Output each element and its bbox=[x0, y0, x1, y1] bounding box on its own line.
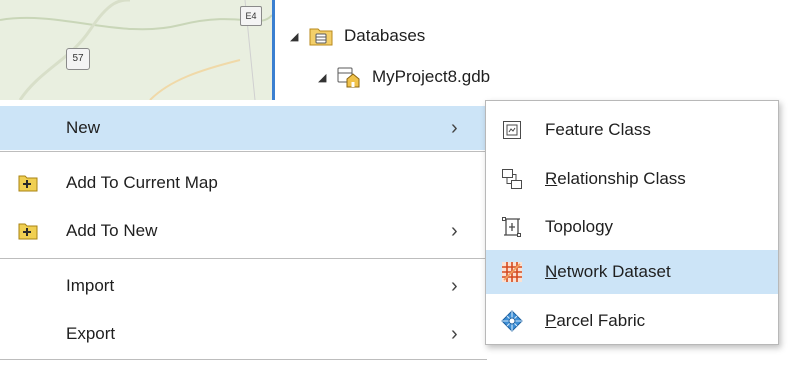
route-shield-57: 57 bbox=[66, 48, 90, 70]
menu-item-import[interactable]: Import › bbox=[0, 264, 487, 308]
pane-divider[interactable] bbox=[272, 0, 275, 100]
geodatabase-home-icon bbox=[336, 66, 362, 88]
submenu-item-network-dataset[interactable]: Network Dataset bbox=[486, 250, 778, 294]
menu-item-label: Export bbox=[66, 324, 116, 343]
submenu-item-topology[interactable]: Topology bbox=[486, 205, 778, 249]
submenu-arrow-icon: › bbox=[451, 116, 458, 139]
menu-separator bbox=[0, 151, 487, 152]
tree-item-databases[interactable]: ◢ Databases bbox=[290, 22, 425, 50]
submenu-item-label: Network Dataset bbox=[545, 262, 671, 281]
relationship-class-icon bbox=[500, 167, 524, 191]
menu-separator bbox=[0, 258, 487, 259]
submenu-arrow-icon: › bbox=[451, 219, 458, 242]
menu-item-add-to-current-map[interactable]: Add To Current Map bbox=[0, 161, 487, 205]
submenu-item-feature-class[interactable]: Feature Class bbox=[486, 108, 778, 152]
tree-item-label: MyProject8.gdb bbox=[372, 67, 491, 86]
menu-item-label: Add To Current Map bbox=[66, 173, 218, 192]
submenu-arrow-icon: › bbox=[451, 322, 458, 345]
database-folder-icon bbox=[308, 25, 334, 47]
menu-item-add-to-new[interactable]: Add To New › bbox=[0, 209, 487, 253]
context-menu: New › Add To Current Map Add To New › Im… bbox=[0, 100, 487, 367]
tree-item-label: Databases bbox=[344, 26, 426, 45]
submenu-item-label: Parcel Fabric bbox=[545, 311, 646, 330]
submenu-arrow-icon: › bbox=[451, 274, 458, 297]
submenu-item-label: Topology bbox=[545, 217, 614, 236]
collapse-caret-icon[interactable]: ◢ bbox=[290, 30, 308, 43]
menu-item-label: Import bbox=[66, 276, 115, 295]
map-thumbnail: 57 E4 bbox=[0, 0, 272, 100]
submenu-item-relationship-class[interactable]: Relationship Class bbox=[486, 157, 778, 201]
submenu-item-label: Feature Class bbox=[545, 120, 651, 139]
route-shield-e4: E4 bbox=[240, 6, 262, 26]
submenu-item-label: Relationship Class bbox=[545, 169, 686, 188]
topology-icon bbox=[500, 215, 524, 239]
menu-item-export[interactable]: Export › bbox=[0, 312, 487, 356]
collapse-caret-icon[interactable]: ◢ bbox=[318, 71, 336, 84]
feature-class-icon bbox=[500, 118, 524, 142]
submenu-item-parcel-fabric[interactable]: Parcel Fabric bbox=[486, 299, 778, 343]
menu-item-new[interactable]: New › bbox=[0, 106, 487, 150]
network-dataset-icon bbox=[500, 260, 524, 284]
new-submenu: Feature Class Relationship Class Topolog… bbox=[485, 100, 779, 345]
menu-item-label: New bbox=[66, 118, 101, 137]
menu-separator bbox=[0, 359, 487, 360]
add-layer-icon bbox=[18, 222, 38, 240]
tree-item-geodatabase[interactable]: ◢ MyProject8.gdb bbox=[318, 63, 490, 91]
parcel-fabric-icon bbox=[500, 309, 524, 333]
add-layer-icon bbox=[18, 174, 38, 192]
menu-item-label: Add To New bbox=[66, 221, 158, 240]
